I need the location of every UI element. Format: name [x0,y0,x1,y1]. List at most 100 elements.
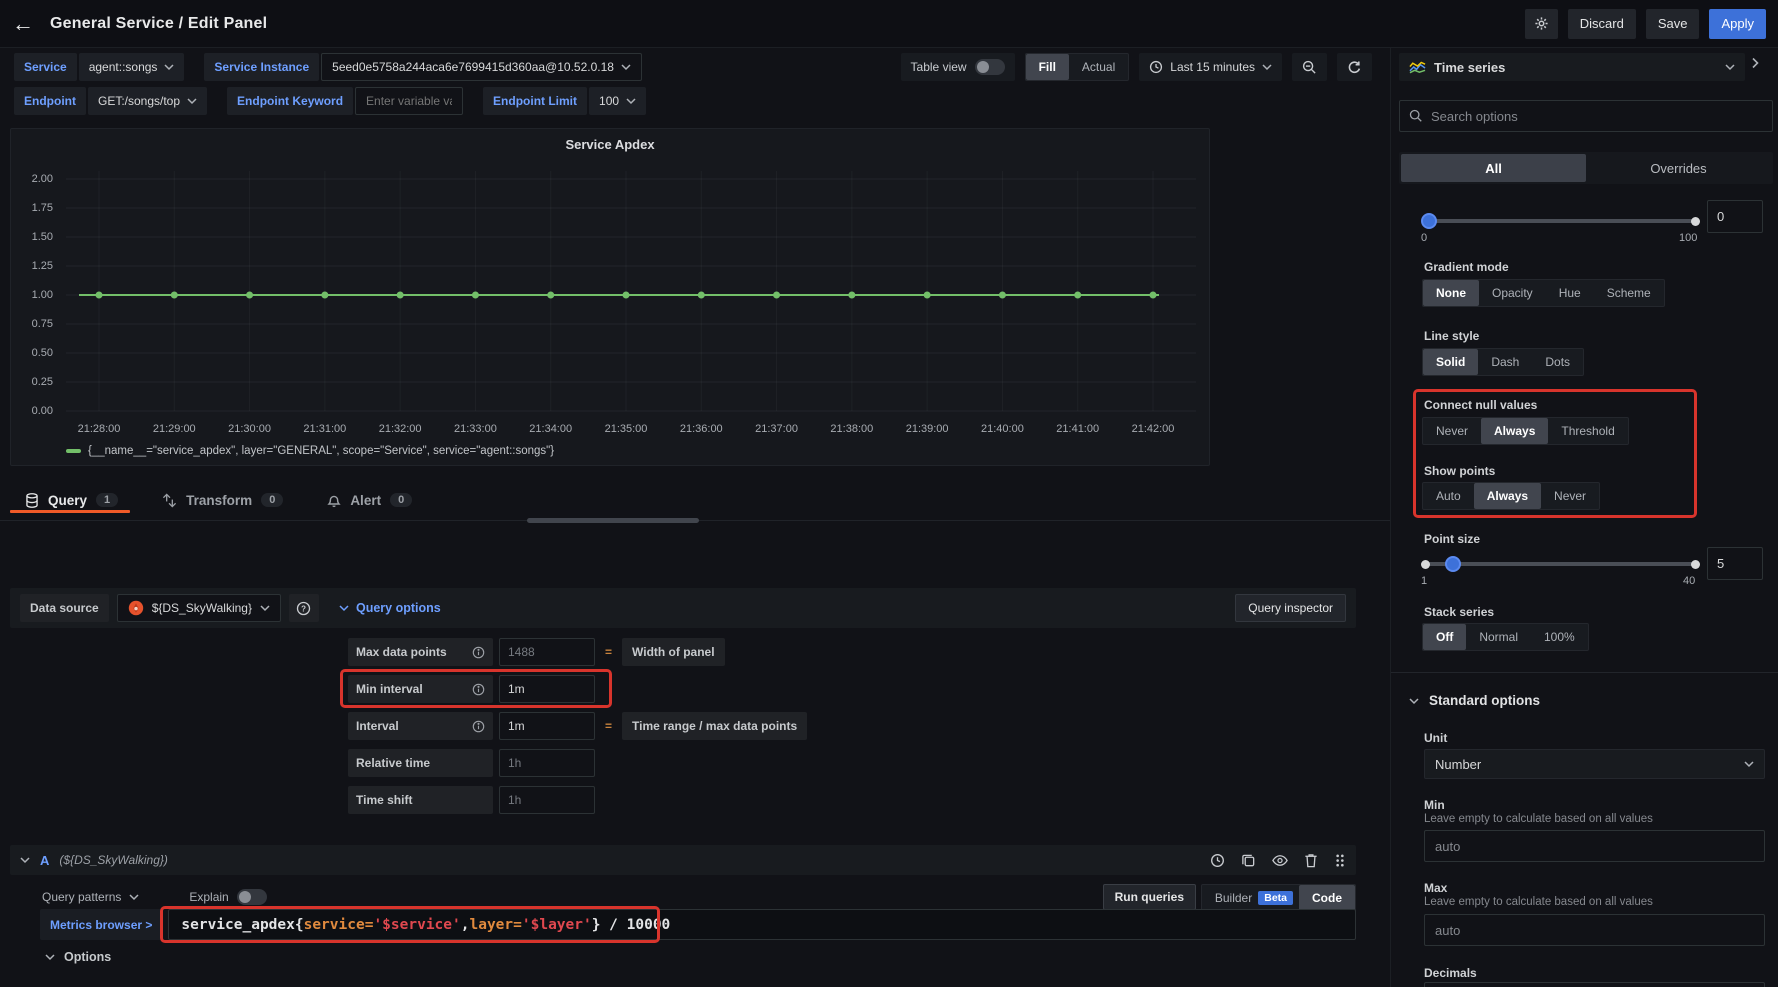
fill-opacity-slider-track[interactable] [1425,219,1697,223]
tab-query[interactable]: Query 1 [25,493,118,508]
var-instance-value[interactable]: 5eed0e5758a244aca6e7699415d360aa@10.52.0… [321,53,642,81]
actual-option[interactable]: Actual [1069,54,1128,80]
line-dash[interactable]: Dash [1478,349,1532,375]
metrics-browser-button[interactable]: Metrics browser > [40,909,162,940]
panel-settings-button[interactable] [1525,9,1558,39]
query-a-header[interactable]: A (${DS_SkyWalking}) [10,845,1356,875]
relative-time-input[interactable]: 1h [499,749,595,777]
query-inspector-button[interactable]: Query inspector [1235,594,1346,622]
y-axis-tick: 0.50 [32,347,53,359]
run-queries-button[interactable]: Run queries [1103,884,1196,910]
var-service-value[interactable]: agent::songs [79,53,185,81]
slider-max-label: 100 [1679,232,1697,244]
time-shift-input[interactable]: 1h [499,786,595,814]
discard-button[interactable]: Discard [1568,9,1636,39]
promql-expression-input[interactable]: service_apdex{service='$service', layer=… [168,909,1356,940]
standard-options-header[interactable]: Standard options [1409,693,1540,708]
x-axis-tick: 21:41:00 [1042,423,1114,435]
options-scope-tabs: All Overrides [1399,152,1773,184]
tab-alert[interactable]: Alert 0 [327,493,412,508]
refresh-button[interactable] [1337,53,1372,81]
explain-toggle[interactable] [237,889,267,905]
table-view-toggle[interactable] [975,59,1005,75]
interval-input[interactable]: 1m [499,712,595,740]
tab-transform[interactable]: Transform 0 [162,493,283,508]
point-size-slider-knob[interactable] [1445,556,1461,572]
tab-all[interactable]: All [1401,154,1586,182]
eye-icon[interactable] [1272,854,1288,867]
trash-icon[interactable] [1304,853,1318,868]
chevron-down-icon [45,953,55,961]
option-row-max-data-points: Max data points 1488 = Width of panel [348,638,725,666]
min-input[interactable]: auto [1424,830,1765,862]
max-input[interactable]: auto [1424,914,1765,946]
x-axis-tick: 21:38:00 [816,423,888,435]
points-never[interactable]: Never [1541,483,1599,509]
datasource-flame-icon [128,600,144,616]
gradient-hue[interactable]: Hue [1546,280,1594,306]
connect-threshold[interactable]: Threshold [1548,418,1627,444]
gradient-scheme[interactable]: Scheme [1594,280,1664,306]
connect-always[interactable]: Always [1481,418,1548,444]
zoom-out-button[interactable] [1292,53,1327,81]
stack-100[interactable]: 100% [1531,624,1588,650]
tab-overrides[interactable]: Overrides [1586,154,1771,182]
info-circle-icon [472,720,485,733]
history-clock-icon[interactable] [1210,853,1225,868]
slider-end-dot [1691,560,1700,569]
alert-count-badge: 0 [390,493,412,507]
drag-dots-icon[interactable] [1334,853,1346,868]
gradient-opacity[interactable]: Opacity [1479,280,1546,306]
slider-min-label: 0 [1421,232,1427,244]
copy-icon[interactable] [1241,853,1256,868]
stack-off[interactable]: Off [1423,624,1466,650]
svg-text:?: ? [302,604,307,613]
max-data-points-input[interactable]: 1488 [499,638,595,666]
stack-normal[interactable]: Normal [1466,624,1531,650]
min-interval-input[interactable]: 1m [499,675,595,703]
points-auto[interactable]: Auto [1423,483,1474,509]
code-option[interactable]: Code [1299,885,1355,911]
var-endpoint-value[interactable]: GET:/songs/top [88,87,207,115]
unit-select[interactable]: Number [1424,749,1765,779]
y-axis-tick: 1.50 [32,231,53,243]
apply-button[interactable]: Apply [1709,9,1766,39]
gradient-none[interactable]: None [1423,280,1479,306]
builder-option[interactable]: BuilderBeta [1202,885,1299,911]
line-solid[interactable]: Solid [1423,349,1478,375]
fill-actual-segment: Fill Actual [1025,53,1130,81]
var-keyword-input[interactable] [355,87,463,115]
fill-opacity-slider-knob[interactable] [1421,213,1437,229]
fill-option[interactable]: Fill [1026,54,1069,80]
datasource-help-button[interactable]: ? [289,594,319,622]
point-size-value[interactable]: 5 [1707,547,1763,580]
variable-row-1: Service agent::songs Service Instance 5e… [14,53,660,81]
visualization-select[interactable]: Time series [1399,53,1745,81]
derived-label: Width of panel [622,638,725,666]
slider-min-label: 1 [1421,575,1427,587]
options-search-input[interactable] [1431,109,1763,124]
query-options-collapse[interactable]: Options [45,950,111,964]
panel-resize-handle[interactable] [527,518,699,523]
query-ref-id: A [40,853,49,868]
fill-opacity-value[interactable]: 0 [1707,200,1763,233]
save-button[interactable]: Save [1646,9,1700,39]
line-dots[interactable]: Dots [1532,349,1583,375]
decimals-input[interactable] [1424,982,1765,987]
query-patterns-dropdown[interactable]: Query patterns [42,890,139,904]
collapse-sidebar-button[interactable] [1751,57,1759,69]
back-arrow-icon[interactable]: ← [12,13,34,35]
legend-item[interactable]: {__name__="service_apdex", layer="GENERA… [66,445,554,457]
datasource-select[interactable]: ${DS_SkyWalking} [117,594,281,622]
connect-never[interactable]: Never [1423,418,1481,444]
x-axis-tick: 21:28:00 [63,423,135,435]
time-range-picker[interactable]: Last 15 minutes [1139,53,1282,81]
chevron-down-icon [260,604,270,612]
field-label: Interval [348,712,493,740]
query-options-header[interactable]: Query options [339,601,441,615]
point-size-slider-track[interactable] [1425,562,1697,566]
var-limit-value[interactable]: 100 [589,87,646,115]
datasource-row: Data source ${DS_SkyWalking} ? Query opt… [10,588,1356,628]
points-always[interactable]: Always [1474,483,1541,509]
x-axis-tick: 21:33:00 [439,423,511,435]
